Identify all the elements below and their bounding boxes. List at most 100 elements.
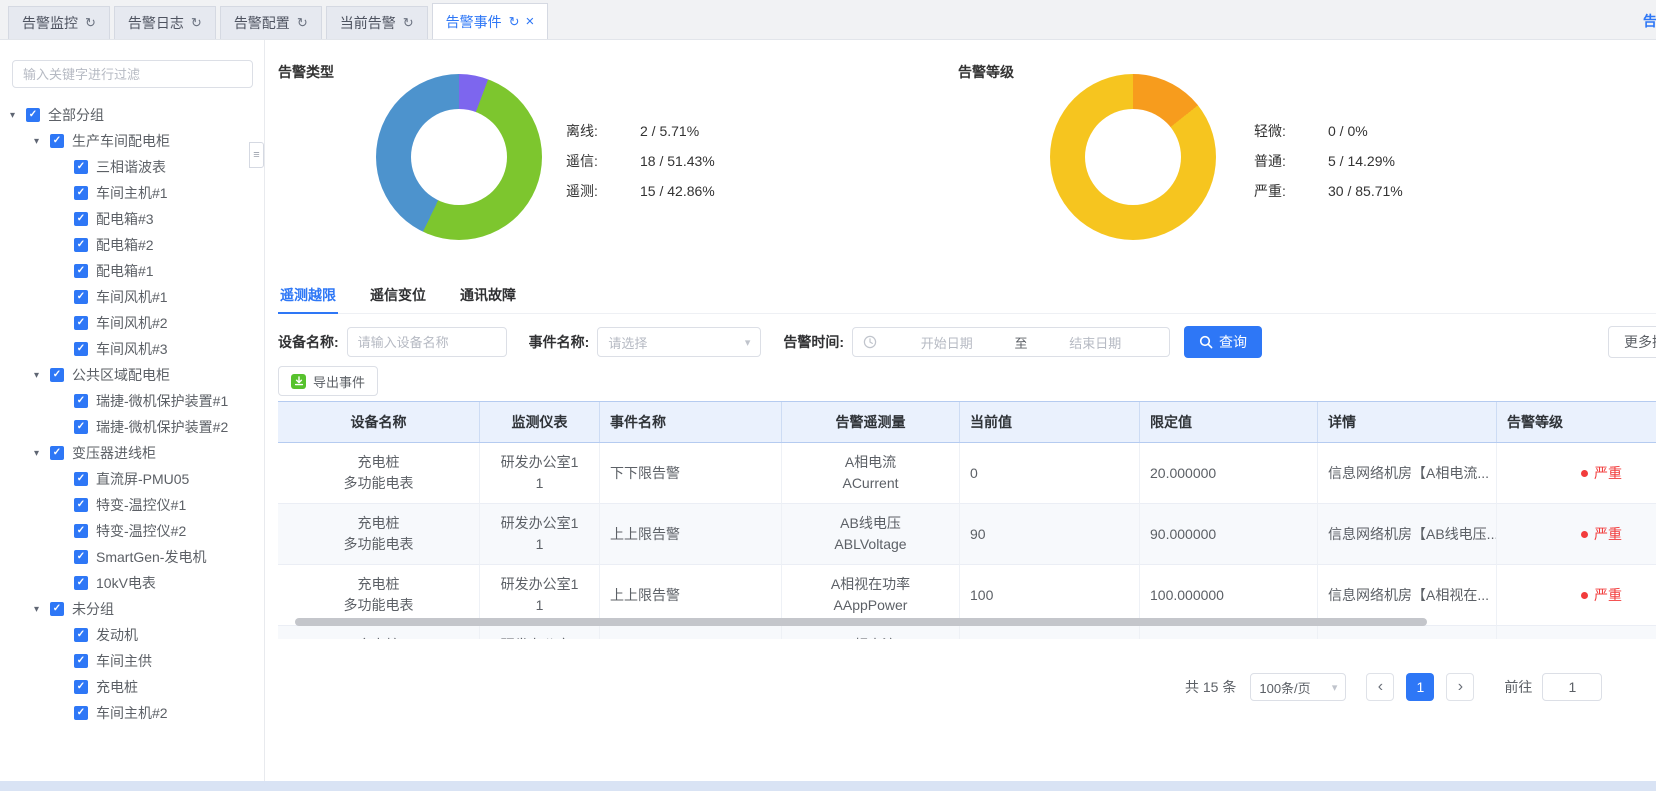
alarm-time-range-picker[interactable]: 开始日期 至 结束日期	[852, 327, 1170, 357]
tab-alarm-events[interactable]: 告警事件 ↻ ×	[432, 3, 549, 39]
tab-overflow-partial[interactable]: 告	[1643, 11, 1656, 31]
caret-down-icon[interactable]: ▾	[34, 448, 50, 459]
table-cell: 信息网络机房【A相视在...	[1318, 565, 1497, 626]
tree-checkbox[interactable]: ✓	[74, 186, 88, 200]
tree-filter-input[interactable]	[12, 60, 253, 88]
tree-item[interactable]: ✓充电桩	[0, 674, 264, 700]
prev-page-button[interactable]: ‹	[1366, 673, 1394, 701]
search-button[interactable]: 查询	[1184, 326, 1262, 358]
tree-checkbox[interactable]: ✓	[74, 550, 88, 564]
table-row[interactable]: 充电桩多功能电表研发办公室11下下限告警A相电流ACurrent020.0000…	[278, 443, 1656, 504]
tree-checkbox[interactable]: ✓	[74, 160, 88, 174]
tree-item[interactable]: ✓发动机	[0, 622, 264, 648]
tab-signal-change[interactable]: 遥信变位	[368, 286, 428, 313]
tree-item[interactable]: ✓配电箱#2	[0, 232, 264, 258]
tree-checkbox[interactable]: ✓	[74, 212, 88, 226]
table-cell: 研发办公室11	[480, 565, 600, 626]
tree-item-label: 车间风机#1	[96, 287, 168, 307]
check-icon: ✓	[77, 240, 85, 250]
tree-checkbox[interactable]: ✓	[74, 654, 88, 668]
tree-item[interactable]: ▾✓生产车间配电柜	[0, 128, 264, 154]
severity-label: 严重	[1594, 524, 1622, 545]
tree-checkbox[interactable]: ✓	[50, 602, 64, 616]
tree-item[interactable]: ✓车间风机#2	[0, 310, 264, 336]
table-cell: AB线电压ABLVoltage	[782, 504, 960, 565]
tab-alarm-config[interactable]: 告警配置 ↻	[220, 6, 322, 39]
refresh-icon[interactable]: ↻	[191, 15, 202, 31]
tree-checkbox[interactable]: ✓	[74, 706, 88, 720]
tree-checkbox[interactable]: ✓	[74, 290, 88, 304]
table-cell: 研发办公室11	[480, 443, 600, 504]
tree-item[interactable]: ✓瑞捷-微机保护装置#1	[0, 388, 264, 414]
total-count-label: 共 15 条	[1185, 677, 1236, 697]
tree-checkbox[interactable]: ✓	[74, 524, 88, 538]
tree-item[interactable]: ✓三相谐波表	[0, 154, 264, 180]
more-actions-button[interactable]: 更多操作	[1608, 326, 1656, 358]
refresh-icon[interactable]: ↻	[403, 15, 414, 31]
tree-item[interactable]: ✓特变-温控仪#1	[0, 492, 264, 518]
tree-checkbox[interactable]: ✓	[74, 576, 88, 590]
page-number-button[interactable]: 1	[1406, 673, 1434, 701]
tree-item[interactable]: ✓车间主供	[0, 648, 264, 674]
tree-checkbox[interactable]: ✓	[74, 394, 88, 408]
tree-item[interactable]: ✓车间风机#3	[0, 336, 264, 362]
close-icon[interactable]: ×	[526, 13, 535, 30]
tree-checkbox[interactable]: ✓	[26, 108, 40, 122]
tree-checkbox[interactable]: ✓	[74, 680, 88, 694]
table-row[interactable]: 充电桩多功能电表研发办公室11上上限告警A相电流ACurrent严重	[278, 626, 1656, 639]
tree-checkbox[interactable]: ✓	[74, 420, 88, 434]
caret-down-icon[interactable]: ▾	[34, 370, 50, 381]
tree-item[interactable]: ✓特变-温控仪#2	[0, 518, 264, 544]
tree-item[interactable]: ▾✓公共区域配电柜	[0, 362, 264, 388]
page-size-select[interactable]: 100条/页 ▾	[1250, 673, 1346, 701]
goto-page-input[interactable]	[1542, 673, 1602, 701]
refresh-icon[interactable]: ↻	[297, 15, 308, 31]
tab-comm-fault[interactable]: 通讯故障	[458, 286, 518, 313]
tab-current-alarms[interactable]: 当前告警 ↻	[326, 6, 428, 39]
horizontal-scrollbar-thumb[interactable]	[295, 618, 1427, 626]
caret-down-icon[interactable]: ▾	[34, 136, 50, 147]
table-row[interactable]: 充电桩多功能电表研发办公室11上上限告警A相视在功率AAppPower10010…	[278, 565, 1656, 626]
tree-item[interactable]: ✓配电箱#1	[0, 258, 264, 284]
tree-item-label: SmartGen-发电机	[96, 547, 206, 567]
tab-telemetry-limit[interactable]: 遥测越限	[278, 286, 338, 313]
next-page-button[interactable]: ›	[1446, 673, 1474, 701]
tab-alarm-monitor[interactable]: 告警监控 ↻	[8, 6, 110, 39]
event-name-select[interactable]: 请选择 ▾	[597, 327, 761, 357]
tree-item[interactable]: ✓ SmartGen-发电机	[0, 544, 264, 570]
table-cell: 下下限告警	[600, 443, 782, 504]
tree-item[interactable]: ✓10kV电表	[0, 570, 264, 596]
refresh-icon[interactable]: ↻	[509, 14, 520, 30]
sidebar-collapse-handle[interactable]: ≡	[249, 142, 264, 168]
tree-item[interactable]: ✓瑞捷-微机保护装置#2	[0, 414, 264, 440]
tree-item[interactable]: ✓直流屏-PMU05	[0, 466, 264, 492]
table-cell: 充电桩多功能电表	[278, 504, 480, 565]
table-row[interactable]: 充电桩多功能电表研发办公室11上上限告警AB线电压ABLVoltage9090.…	[278, 504, 1656, 565]
caret-down-icon[interactable]: ▾	[34, 604, 50, 615]
tree-checkbox[interactable]: ✓	[74, 264, 88, 278]
tree-item[interactable]: ▾✓全部分组	[0, 102, 264, 128]
legend-value: 30 / 85.71%	[1328, 183, 1403, 199]
tree-checkbox[interactable]: ✓	[50, 368, 64, 382]
tree-item[interactable]: ▾✓变压器进线柜	[0, 440, 264, 466]
tab-label: 告警日志	[128, 13, 184, 33]
tree-checkbox[interactable]: ✓	[74, 238, 88, 252]
tree-item[interactable]: ✓车间主机#1	[0, 180, 264, 206]
export-events-button[interactable]: 导出事件	[278, 366, 378, 396]
tree-checkbox[interactable]: ✓	[74, 628, 88, 642]
tab-alarm-log[interactable]: 告警日志 ↻	[114, 6, 216, 39]
refresh-icon[interactable]: ↻	[85, 15, 96, 31]
tree-checkbox[interactable]: ✓	[50, 134, 64, 148]
caret-down-icon[interactable]: ▾	[10, 110, 26, 121]
tree-item[interactable]: ✓车间主机#2	[0, 700, 264, 726]
tree-checkbox[interactable]: ✓	[74, 342, 88, 356]
tree-item[interactable]: ✓ 车间风机#1	[0, 284, 264, 310]
tree-item[interactable]: ▾✓未分组	[0, 596, 264, 622]
legend-value: 18 / 51.43%	[640, 153, 715, 169]
tree-checkbox[interactable]: ✓	[74, 498, 88, 512]
device-name-input[interactable]	[347, 327, 507, 357]
tree-checkbox[interactable]: ✓	[74, 316, 88, 330]
tree-checkbox[interactable]: ✓	[50, 446, 64, 460]
tree-item[interactable]: ✓配电箱#3	[0, 206, 264, 232]
tree-checkbox[interactable]: ✓	[74, 472, 88, 486]
